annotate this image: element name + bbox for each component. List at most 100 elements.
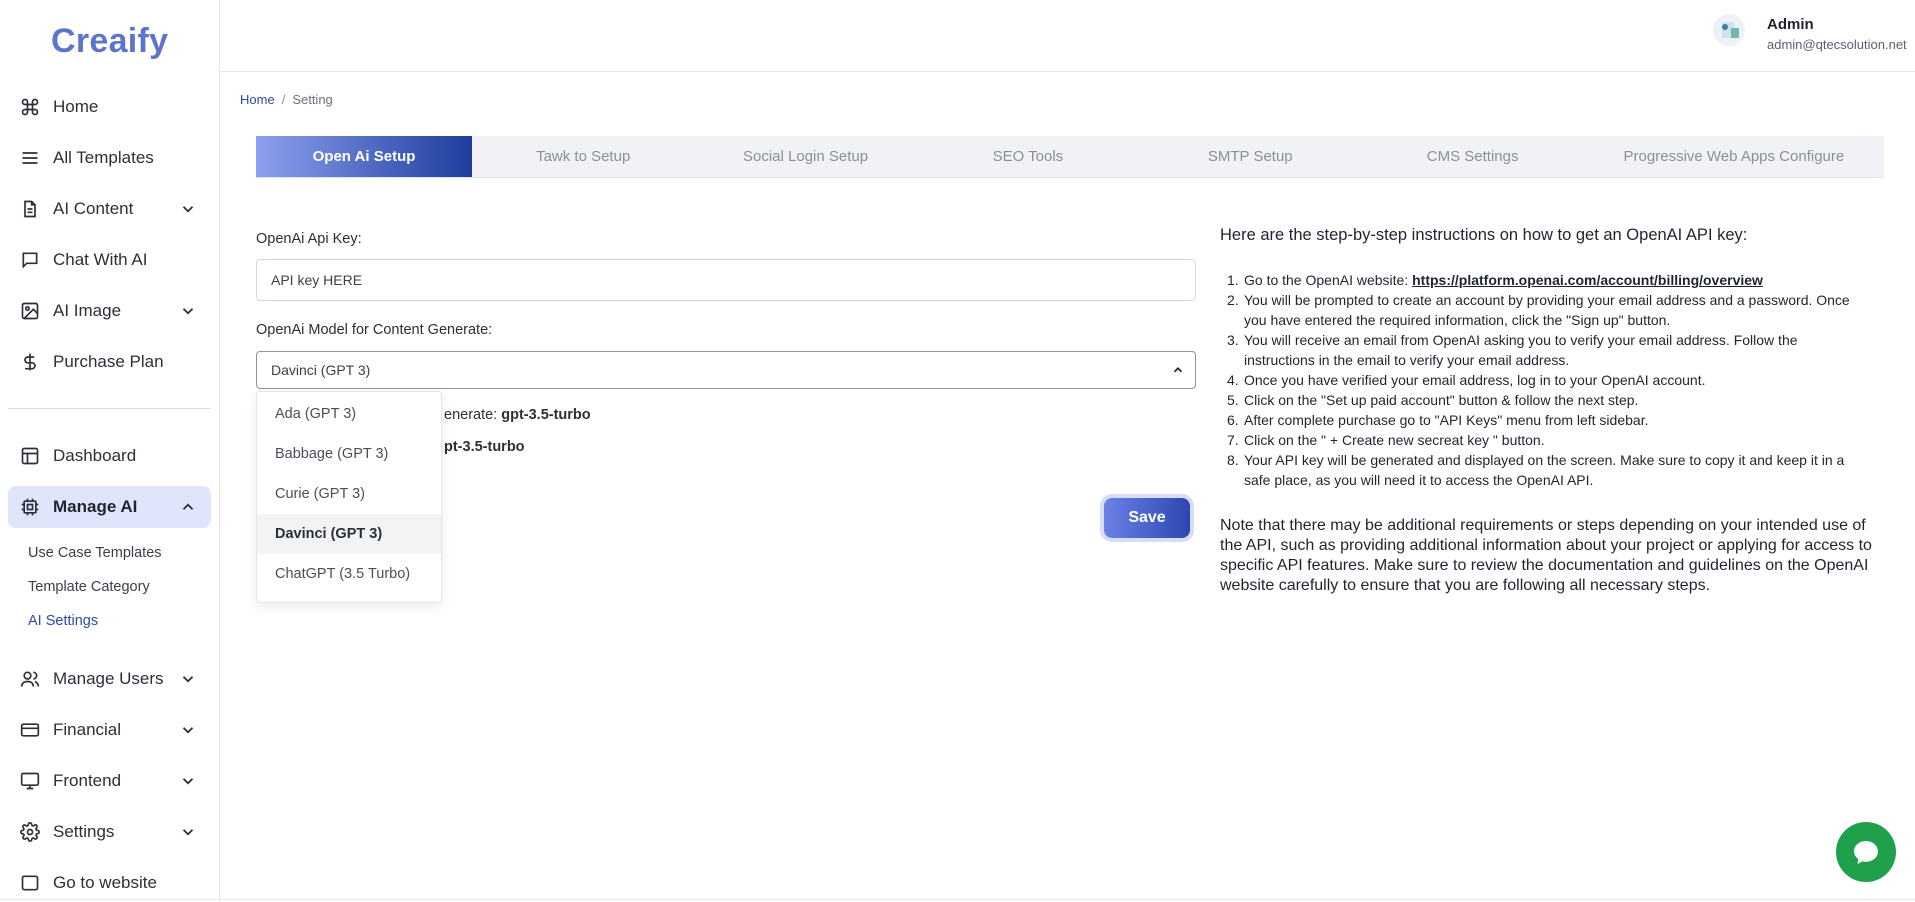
step-text: You will receive an email from OpenAI as… (1244, 332, 1798, 368)
instruction-step: 1. Go to the OpenAI website: https://plat… (1227, 272, 1763, 288)
gear-icon (19, 821, 41, 843)
sidebar-item-label: Manage AI (53, 497, 138, 516)
tab-social-login-setup[interactable]: Social Login Setup (694, 136, 916, 177)
model-option-babbage[interactable]: Babbage (GPT 3) (257, 434, 441, 474)
instruction-step: 7. Click on the " + Create new secreat ke… (1227, 432, 1545, 448)
user-email: admin@qtecsolution.net (1767, 37, 1907, 52)
sidebar-item-label: Frontend (53, 771, 122, 790)
sidebar-item-label: Chat With AI (53, 250, 148, 269)
sidebar-item-ai-image[interactable]: AI Image (8, 290, 211, 332)
model-option-davinci[interactable]: Davinci (GPT 3) (257, 514, 441, 554)
topbar (220, 0, 1915, 72)
save-button[interactable]: Save (1104, 498, 1190, 538)
settings-tabs: Open Ai Setup Tawk to Setup Social Login… (256, 136, 1884, 178)
info-line-value: pt-3.5-turbo (444, 439, 525, 455)
sidebar-divider (8, 408, 211, 409)
sidebar-item-home[interactable]: Home (8, 86, 211, 128)
window-icon (19, 872, 41, 894)
user-name: Admin (1767, 16, 1814, 33)
sidebar: Creaify Home All Templates AI Content Ch… (0, 0, 220, 902)
model-option-ada[interactable]: Ada (GPT 3) (257, 394, 441, 434)
command-icon (19, 96, 41, 118)
instruction-step: 2. You will be prompted to create an acco… (1220, 290, 1870, 330)
brand-logo[interactable]: Creaify (51, 22, 168, 61)
sidebar-item-dashboard[interactable]: Dashboard (8, 435, 211, 477)
sidebar-item-settings[interactable]: Settings (8, 811, 211, 853)
menu-lines-icon (19, 147, 41, 169)
sidebar-item-ai-content[interactable]: AI Content (8, 188, 211, 230)
sidebar-nav-more: Manage Users Financial Frontend Settings (8, 658, 211, 902)
chevron-down-icon (182, 778, 194, 785)
step-text: Click on the " + Create new secreat key … (1244, 432, 1545, 448)
sidebar-item-financial[interactable]: Financial (8, 709, 211, 751)
sidebar-item-label: Settings (53, 822, 115, 841)
image-icon (19, 300, 41, 322)
openai-billing-link[interactable]: https://platform.openai.com/account/bill… (1412, 272, 1763, 288)
api-key-input[interactable]: API key HERE (256, 259, 1196, 301)
sidebar-item-purchase-plan[interactable]: Purchase Plan (8, 341, 211, 383)
sidebar-subitem-template-category[interactable]: Template Category (28, 579, 150, 595)
instruction-step: 3. You will receive an email from OpenAI … (1220, 330, 1870, 370)
breadcrumb-home[interactable]: Home (240, 92, 275, 107)
step-text: Once you have verified your email addres… (1244, 372, 1706, 388)
sidebar-item-label: Purchase Plan (53, 352, 164, 371)
model-option-chatgpt[interactable]: ChatGPT (3.5 Turbo) (257, 554, 441, 594)
sidebar-item-chat-with-ai[interactable]: Chat With AI (8, 239, 211, 281)
model-option-curie[interactable]: Curie (GPT 3) (257, 474, 441, 514)
instruction-step: 8. Your API key will be generated and dis… (1220, 450, 1870, 490)
breadcrumb-current: Setting (292, 92, 333, 107)
avatar[interactable] (1713, 14, 1745, 46)
avatar-image-icon (1713, 14, 1745, 46)
sidebar-subitem-use-case-templates[interactable]: Use Case Templates (28, 545, 162, 561)
instructions-title: Here are the step-by-step instructions o… (1220, 226, 1748, 244)
tab-tawk-to-setup[interactable]: Tawk to Setup (472, 136, 694, 177)
sidebar-item-label: Dashboard (53, 446, 137, 465)
layout-icon (19, 445, 41, 467)
chip-icon (19, 496, 41, 518)
step-text: Click on the "Set up paid account" butto… (1244, 392, 1639, 408)
model-label: OpenAi Model for Content Generate: (256, 322, 493, 338)
step-text: After complete purchase go to "API Keys"… (1244, 412, 1649, 428)
model-dropdown-list: Ada (GPT 3) Babbage (GPT 3) Curie (GPT 3… (256, 391, 442, 603)
api-key-label: OpenAi Api Key: (256, 231, 362, 247)
monitor-icon (19, 770, 41, 792)
sidebar-item-frontend[interactable]: Frontend (8, 760, 211, 802)
sidebar-item-label: Manage Users (53, 669, 164, 688)
sidebar-nav: Home All Templates AI Content Chat With … (8, 86, 211, 392)
model-select[interactable]: Davinci (GPT 3) (256, 351, 1196, 389)
sidebar-item-label: Go to website (53, 873, 157, 892)
sidebar-item-manage-ai[interactable]: Manage AI (8, 486, 211, 528)
chevron-down-icon (182, 829, 194, 836)
chevron-down-icon (182, 727, 194, 734)
sidebar-item-label: All Templates (53, 148, 154, 167)
chat-widget-button[interactable] (1836, 822, 1896, 882)
info-line-chat-model: pt-3.5-turbo (444, 439, 525, 455)
chevron-up-icon (182, 503, 194, 510)
tab-pwa-configure[interactable]: Progressive Web Apps Configure (1584, 136, 1884, 177)
bottom-border (0, 899, 1915, 900)
sidebar-subitem-ai-settings[interactable]: AI Settings (28, 613, 98, 629)
sidebar-item-label: AI Content (53, 199, 134, 218)
instruction-step: 6. After complete purchase go to "API Key… (1227, 412, 1649, 428)
tab-cms-settings[interactable]: CMS Settings (1361, 136, 1583, 177)
dollar-icon (19, 351, 41, 373)
sidebar-item-go-to-website[interactable]: Go to website (8, 862, 211, 902)
sidebar-nav-admin: Dashboard Manage AI (8, 435, 211, 537)
step-text: Go to the OpenAI website: (1244, 272, 1413, 288)
chevron-down-icon (182, 206, 194, 213)
sidebar-item-all-templates[interactable]: All Templates (8, 137, 211, 179)
instructions-note: Note that there may be additional requir… (1220, 517, 1872, 594)
tab-seo-tools[interactable]: SEO Tools (917, 136, 1139, 177)
tab-open-ai-setup[interactable]: Open Ai Setup (256, 136, 472, 177)
breadcrumb: Home / Setting (240, 92, 333, 107)
instructions-steps: 1. Go to the OpenAI website: https://plat… (1220, 270, 1870, 490)
step-text: You will be prompted to create an accoun… (1244, 292, 1850, 328)
info-line-value: gpt-3.5-turbo (501, 407, 591, 423)
chevron-up-icon (1173, 367, 1183, 373)
sidebar-item-manage-users[interactable]: Manage Users (8, 658, 211, 700)
users-icon (19, 668, 41, 690)
tab-smtp-setup[interactable]: SMTP Setup (1139, 136, 1361, 177)
sidebar-item-label: AI Image (53, 301, 122, 320)
instruction-step: 4. Once you have verified your email addr… (1227, 372, 1706, 388)
model-selected-value: Davinci (GPT 3) (271, 362, 371, 378)
